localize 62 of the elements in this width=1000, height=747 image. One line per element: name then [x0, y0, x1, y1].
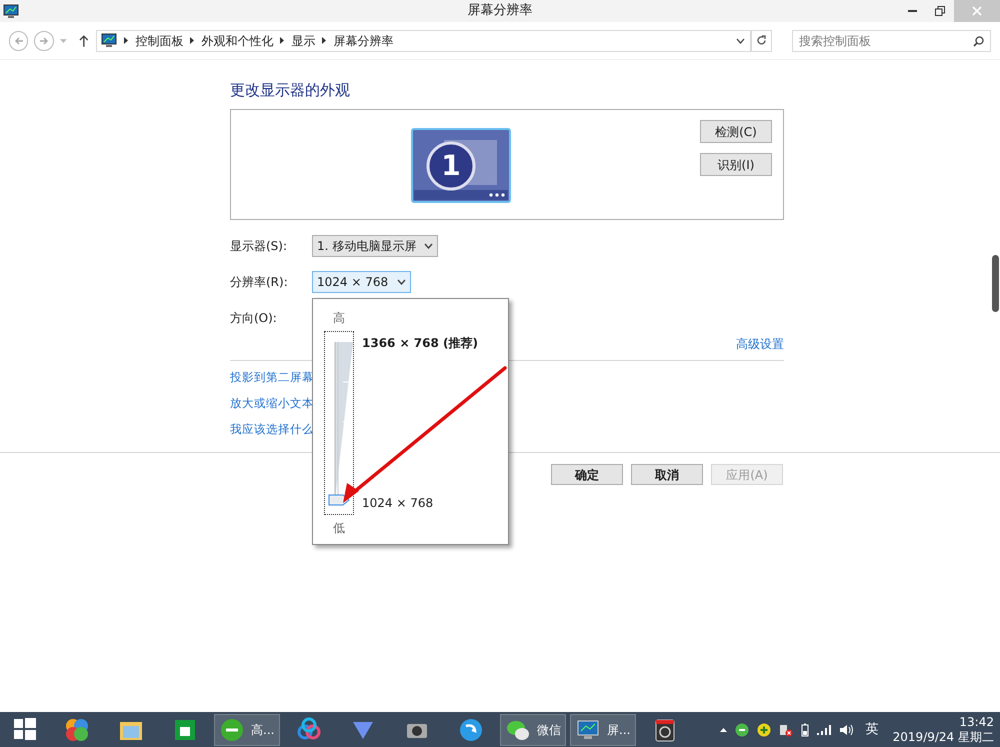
low-label: 低 [333, 520, 345, 537]
setting-label: 分辨率(R): [230, 274, 289, 291]
close-icon [972, 6, 982, 16]
dialog-button[interactable]: 取消 [631, 464, 703, 485]
chevron-right-icon[interactable] [280, 37, 284, 44]
chevron-right-icon[interactable] [322, 37, 326, 44]
plus-tray-icon[interactable] [756, 722, 771, 736]
breadcrumb-item[interactable]: 外观和个性化 [201, 32, 274, 50]
address-bar[interactable]: 控制面板 外观和个性化 显示 屏幕分辨率 [96, 30, 751, 52]
display-tile[interactable]: 1 [411, 128, 511, 203]
clock-date: 2019/9/24 星期二 [892, 730, 994, 744]
action-button[interactable]: 识别(I) [700, 153, 772, 176]
dropdown-value: 1024 × 768 [317, 274, 389, 291]
search-icon[interactable] [973, 36, 984, 46]
page-heading: 更改显示器的外观 [230, 80, 351, 100]
caret-up-icon[interactable] [720, 728, 727, 732]
advanced-settings-link[interactable]: 高级设置 [736, 336, 784, 352]
setting-label: 显示器(S): [230, 238, 288, 255]
monitor-icon [101, 33, 118, 48]
refresh-icon [756, 35, 767, 46]
help-link[interactable]: 放大或缩小文本 [230, 395, 314, 411]
high-label: 高 [333, 310, 345, 327]
chevron-right-icon[interactable] [190, 37, 194, 44]
minimize-icon [908, 10, 916, 12]
resolution-slider[interactable] [324, 331, 354, 515]
taskbar-button[interactable]: 高... [214, 714, 280, 746]
breadcrumb-item[interactable]: 屏幕分辨率 [333, 32, 394, 50]
windows-start-icon [12, 716, 38, 742]
window-title: 屏幕分辨率 [468, 2, 532, 20]
speaker-icon[interactable] [838, 724, 854, 736]
chevron-down-icon [397, 279, 406, 285]
refresh-button[interactable] [750, 30, 772, 52]
restore-icon [935, 6, 945, 16]
breadcrumb-item[interactable]: 控制面板 [135, 32, 184, 50]
cloud-rings-icon [296, 716, 322, 742]
clock-time: 13:42 [959, 714, 994, 730]
resolution-option[interactable]: 1366 × 768 (推荐) [362, 334, 478, 352]
dropdown-select[interactable]: 1. 移动电脑显示屏 [312, 235, 438, 257]
network-error-icon[interactable] [778, 722, 793, 736]
signal-icon[interactable] [816, 724, 831, 734]
taskbar-button[interactable]: 微信 [500, 714, 566, 746]
dropdown-value: 1. 移动电脑显示屏 [317, 238, 416, 255]
monitor-icon [3, 4, 19, 18]
taskbar-button[interactable]: 屏... [570, 714, 636, 746]
clock[interactable]: 13:42 2019/9/24 星期二 [892, 714, 994, 744]
action-button[interactable]: 检测(C) [700, 120, 772, 143]
chevron-right-icon[interactable] [124, 37, 128, 44]
scrollbar-thumb[interactable] [992, 255, 999, 312]
search-field[interactable]: 搜索控制面板 [792, 30, 991, 52]
chevron-down-icon [424, 243, 434, 249]
back-arrow-icon [14, 36, 24, 46]
battery-icon[interactable] [800, 722, 809, 736]
breadcrumb-item[interactable]: 显示 [291, 32, 316, 50]
forward-arrow-icon [39, 36, 50, 46]
setting-label: 方向(O): [230, 310, 278, 327]
resolution-option[interactable]: 1024 × 768 [362, 494, 434, 512]
help-link[interactable]: 投影到第二屏幕 [230, 369, 314, 385]
dialog-button[interactable]: 确定 [551, 464, 623, 485]
chevron-down-icon[interactable] [736, 38, 745, 44]
up-arrow-icon[interactable] [78, 34, 88, 46]
dropdown-select[interactable]: 1024 × 768 [312, 271, 411, 293]
input-method-indicator[interactable]: 英 [866, 720, 879, 740]
